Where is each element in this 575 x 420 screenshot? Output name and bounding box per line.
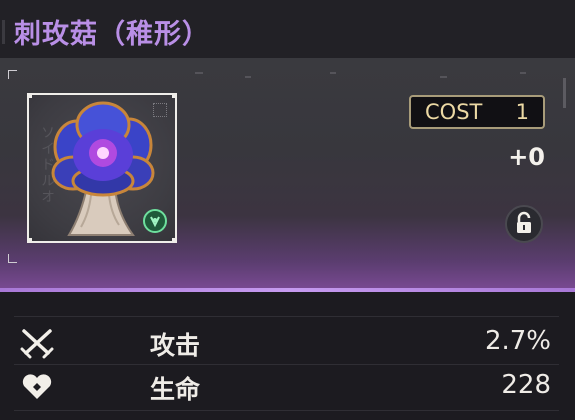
stat-label: 攻击 xyxy=(150,331,201,360)
stat-row-hp: 生命 228 xyxy=(0,368,575,406)
stat-value: 228 xyxy=(501,370,551,400)
anemo-element-icon xyxy=(143,209,167,233)
frame-corner xyxy=(8,254,17,263)
pattern-icon xyxy=(153,103,167,117)
title-bar: 刺玫菇（稚形） xyxy=(0,0,575,59)
decor-speck xyxy=(440,76,447,78)
upgrade-level: +0 xyxy=(508,143,545,171)
decor-speck xyxy=(245,76,251,78)
title-edge-marker xyxy=(2,20,5,44)
echo-card: 刺玫菇（稚形） ソイドルオ COST 1 +0 攻击 2.7% 生命 228 xyxy=(0,0,575,420)
edge-marker xyxy=(563,78,566,108)
cost-badge: COST 1 xyxy=(409,95,545,129)
stats-divider xyxy=(14,316,559,317)
heart-icon xyxy=(22,374,52,399)
item-thumbnail[interactable]: ソイドルオ xyxy=(27,93,177,243)
stat-value: 2.7% xyxy=(484,326,551,356)
decor-speck xyxy=(330,72,336,74)
stats-divider xyxy=(14,410,559,411)
stats-divider xyxy=(14,364,559,365)
decor-speck xyxy=(520,72,526,74)
item-title: 刺玫菇（稚形） xyxy=(14,19,210,50)
cost-value: 1 xyxy=(515,100,529,124)
unlock-icon xyxy=(517,211,531,233)
stat-label: 生命 xyxy=(150,375,201,404)
lock-toggle-button[interactable] xyxy=(505,205,543,243)
stats-panel: 攻击 2.7% 生命 228 xyxy=(0,292,575,420)
cost-label: COST xyxy=(425,100,483,124)
frame-corner xyxy=(8,70,17,79)
decor-speck xyxy=(195,72,203,74)
sword-crossed-icon xyxy=(20,329,54,359)
stat-row-atk: 攻击 2.7% xyxy=(0,324,575,362)
